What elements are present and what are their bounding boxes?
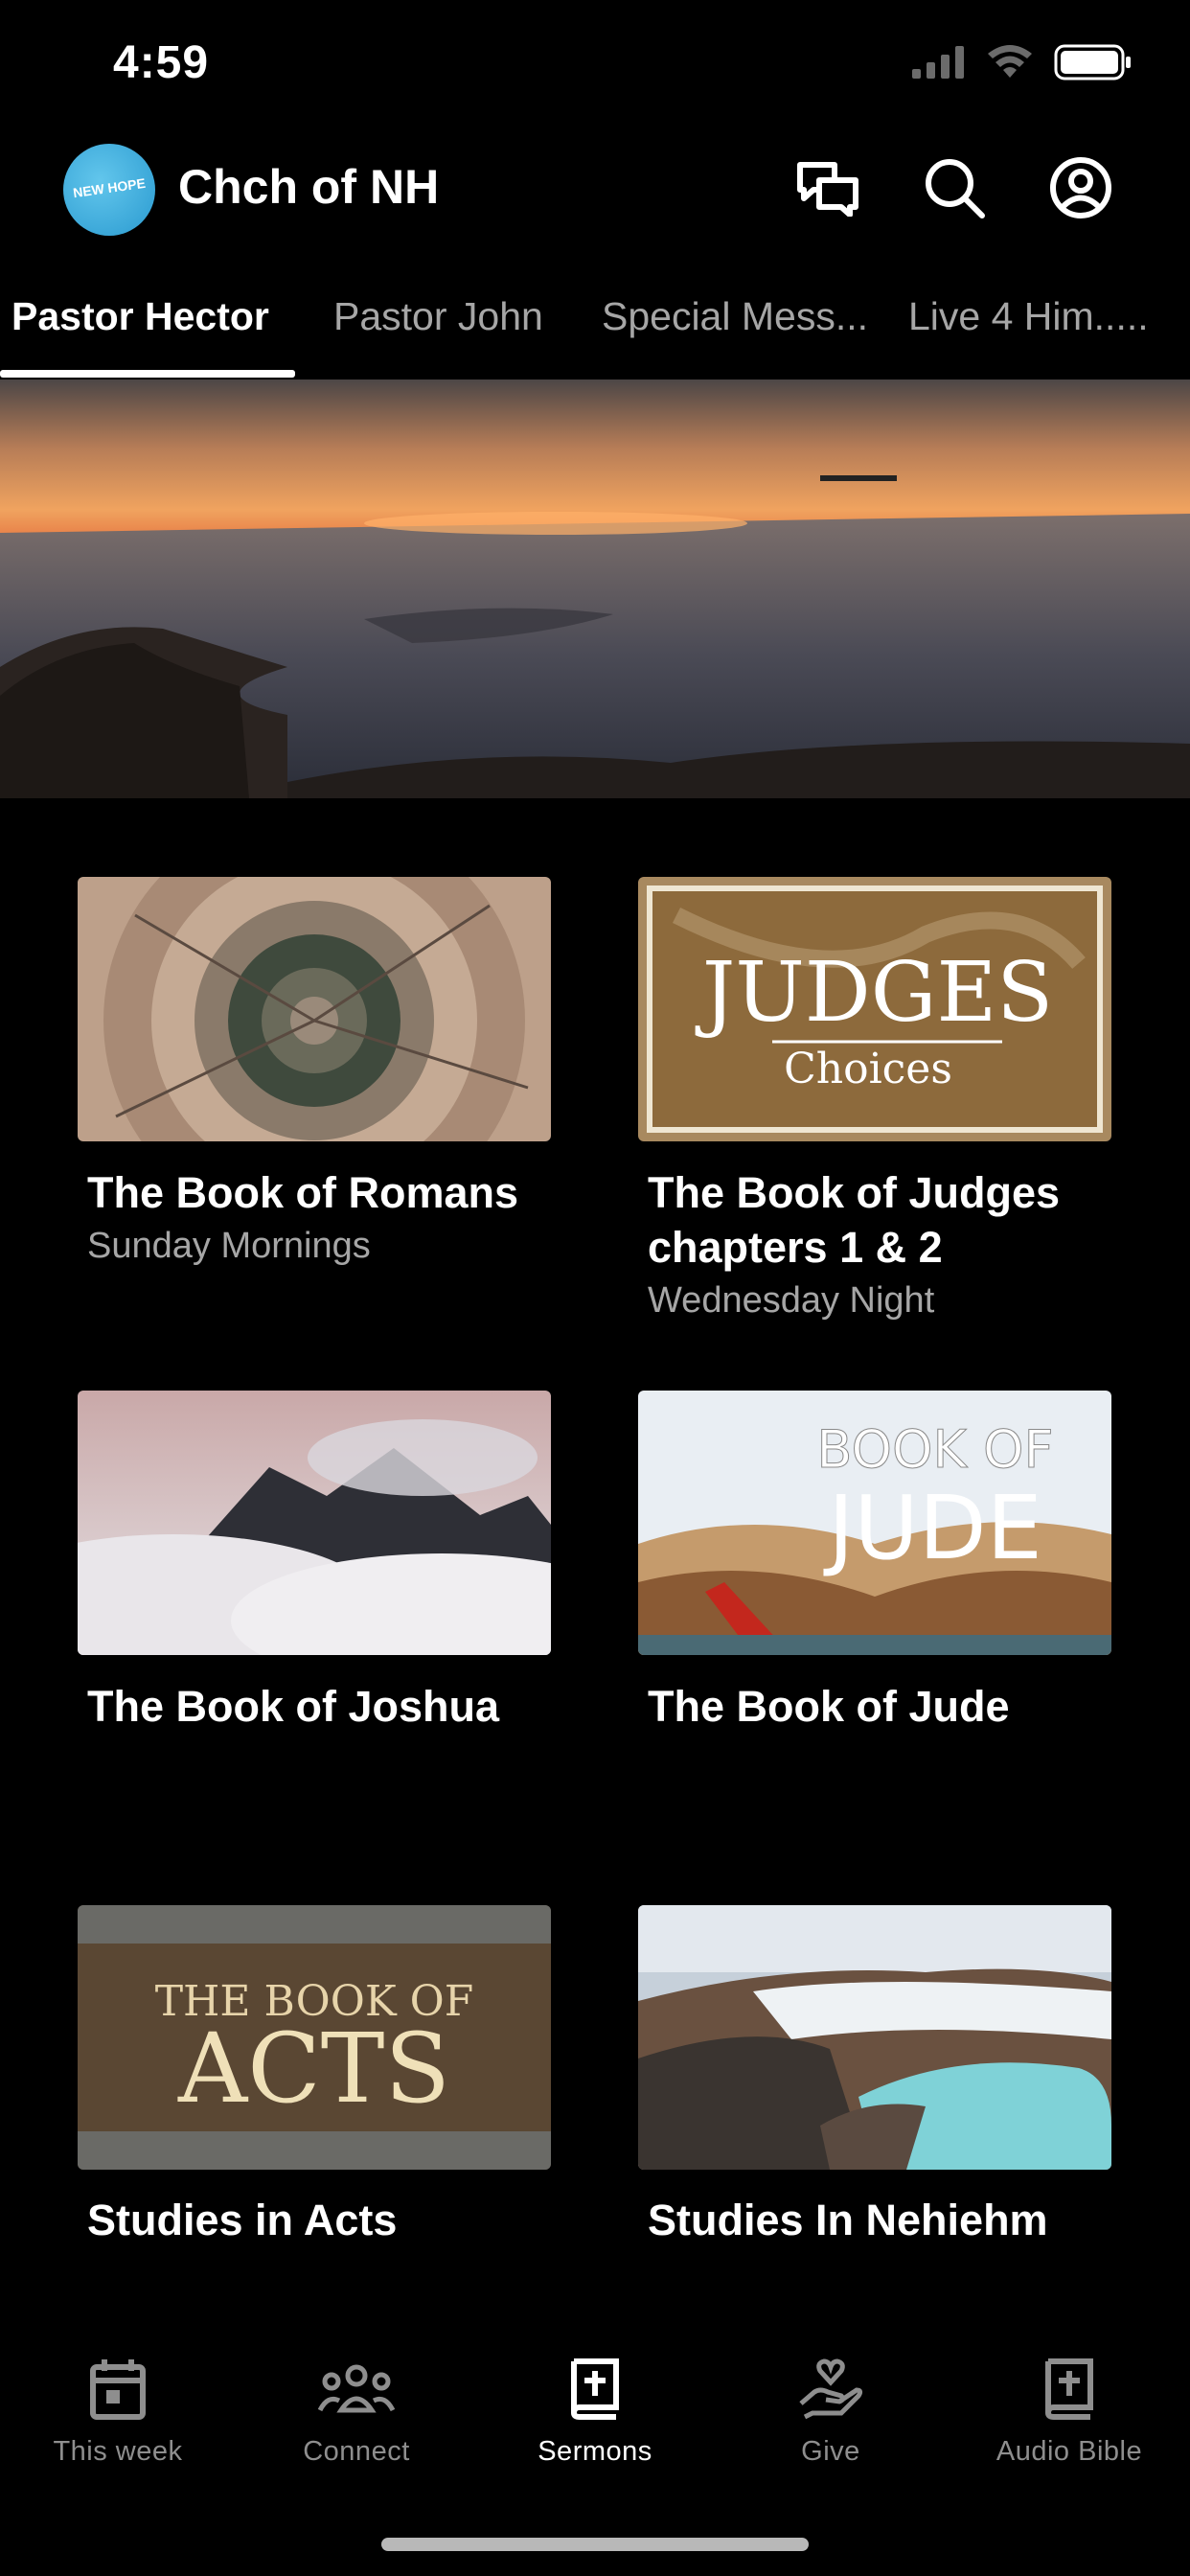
battery-icon bbox=[1054, 44, 1131, 80]
nav-label: Give bbox=[801, 2436, 860, 2467]
signal-icon bbox=[912, 46, 964, 79]
sermon-series-title[interactable]: The Book of Romans bbox=[87, 1165, 585, 1220]
sermon-series-title[interactable]: The Book of Jude bbox=[648, 1679, 1146, 1734]
sermon-series-title[interactable]: The Book of Judges chapters 1 & 2 bbox=[648, 1165, 1146, 1275]
hero-banner-image bbox=[0, 380, 1190, 798]
sermon-series-thumbnail[interactable] bbox=[638, 1905, 1111, 2170]
calendar-icon bbox=[8, 2354, 228, 2425]
sermon-series-title[interactable]: Studies In Nehiehm bbox=[648, 2193, 1146, 2247]
sermon-series-thumbnail[interactable] bbox=[78, 1391, 551, 1655]
church-logo[interactable]: NEW HOPE bbox=[63, 144, 155, 236]
thumb-subtitle-choices: Choices bbox=[784, 1045, 952, 1093]
channel-tabs: Pastor Hector Pastor John Special Mess..… bbox=[0, 288, 1190, 380]
sermon-series-subtitle: Sunday Mornings bbox=[87, 1226, 371, 1266]
app-title: Chch of NH bbox=[178, 160, 440, 214]
give-hand-heart-icon bbox=[721, 2354, 941, 2425]
account-icon[interactable] bbox=[1046, 153, 1115, 222]
nav-this-week[interactable]: This week bbox=[8, 2354, 228, 2468]
nav-label: This week bbox=[53, 2436, 183, 2467]
audio-bible-icon bbox=[959, 2354, 1179, 2425]
sermon-series-thumbnail[interactable]: THE BOOK OF ACTS bbox=[78, 1905, 551, 2170]
tab-live-4-him[interactable]: Live 4 Him..... bbox=[908, 288, 1149, 380]
nav-audio-bible[interactable]: Audio Bible bbox=[959, 2354, 1179, 2468]
sermon-series-thumbnail[interactable]: JUDGES Choices bbox=[638, 877, 1111, 1141]
thumb-subtitle-acts: ACTS bbox=[177, 2012, 450, 2125]
nav-label: Audio Bible bbox=[995, 2436, 1143, 2467]
active-tab-indicator bbox=[0, 370, 295, 378]
sermon-series-thumbnail[interactable]: BOOK OF JUDE bbox=[638, 1391, 1111, 1655]
sermon-series-thumbnail[interactable] bbox=[78, 877, 551, 1141]
status-time: 4:59 bbox=[113, 37, 210, 88]
nav-label: Connect bbox=[303, 2436, 410, 2467]
chat-icon[interactable] bbox=[793, 153, 862, 222]
nav-connect[interactable]: Connect bbox=[246, 2354, 467, 2468]
nav-label: Sermons bbox=[538, 2436, 652, 2467]
sermon-series-title[interactable]: The Book of Joshua bbox=[87, 1679, 585, 1734]
people-icon bbox=[246, 2354, 467, 2425]
nav-give[interactable]: Give bbox=[721, 2354, 941, 2468]
status-icons bbox=[912, 44, 1133, 80]
tab-pastor-hector[interactable]: Pastor Hector bbox=[11, 288, 269, 380]
logo-text: NEW HOPE bbox=[72, 174, 147, 201]
sermon-series-title[interactable]: Studies in Acts bbox=[87, 2193, 585, 2247]
nav-sermons[interactable]: Sermons bbox=[485, 2354, 705, 2468]
thumb-title-judges: JUDGES bbox=[695, 945, 1053, 1041]
thumb-title-book-of: BOOK OF bbox=[816, 1419, 1053, 1480]
sermon-series-subtitle: Wednesday Night bbox=[648, 1280, 935, 1321]
bible-icon bbox=[485, 2354, 705, 2425]
wifi-icon bbox=[988, 45, 1032, 78]
tab-special-messages[interactable]: Special Mess... bbox=[602, 288, 868, 380]
thumb-subtitle-jude: JUDE bbox=[823, 1477, 1041, 1579]
tab-pastor-john[interactable]: Pastor John bbox=[333, 288, 543, 380]
search-icon[interactable] bbox=[920, 153, 989, 222]
home-indicator[interactable] bbox=[381, 2538, 809, 2551]
